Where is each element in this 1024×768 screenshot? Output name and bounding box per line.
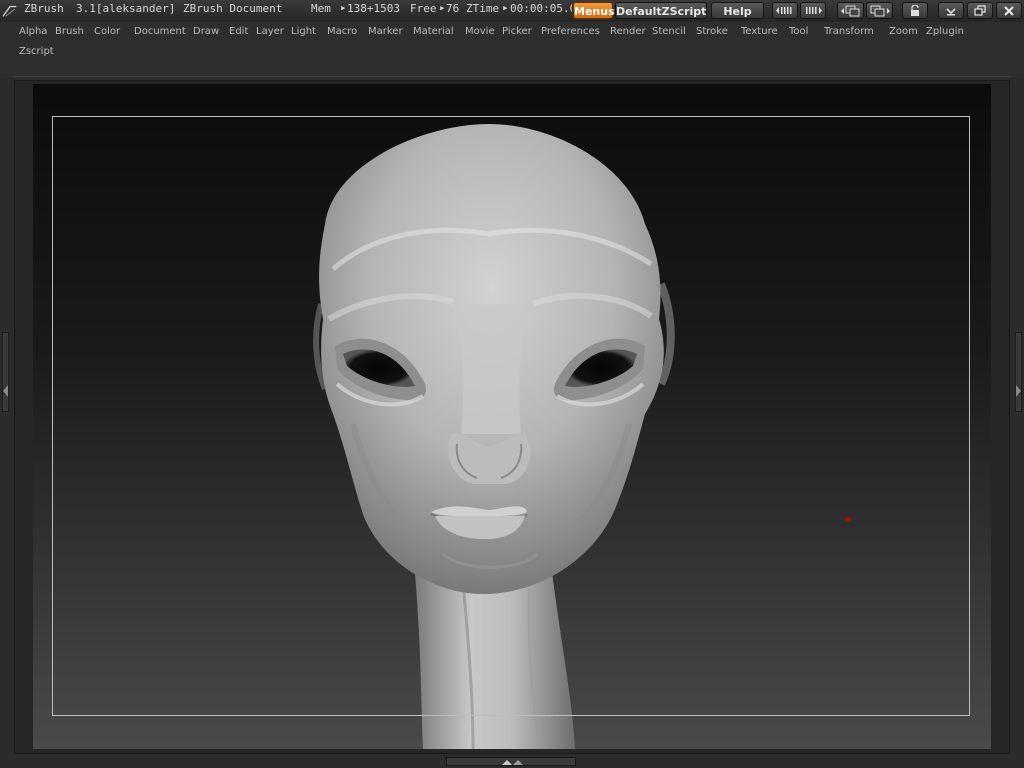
menu-draw[interactable]: Draw <box>193 26 219 37</box>
menu-stencil[interactable]: Stencil <box>652 26 686 37</box>
menu-marker[interactable]: Marker <box>368 26 403 37</box>
menu-tool[interactable]: Tool <box>789 26 808 37</box>
menu-zscript[interactable]: Zscript <box>19 46 54 57</box>
left-tray-handle[interactable] <box>2 332 9 412</box>
menu-stroke[interactable]: Stroke <box>696 26 728 37</box>
restore-icon[interactable] <box>967 2 993 19</box>
free-value: 76 <box>446 2 460 15</box>
lock-icon[interactable] <box>902 2 928 19</box>
default-zscript-button[interactable]: DefaultZScript <box>615 2 707 19</box>
menus-button[interactable]: Menus <box>573 2 615 19</box>
menu-render[interactable]: Render <box>610 26 646 37</box>
menu-texture[interactable]: Texture <box>741 26 778 37</box>
menu-bar: Alpha Brush Color Document Draw Edit Lay… <box>0 22 1024 78</box>
free-label: Free <box>410 2 437 15</box>
title-bar: ZBrush 3.1[aleksander] ZBrush Document M… <box>0 0 1024 23</box>
menu-material[interactable]: Material <box>413 26 454 37</box>
mem-label: Mem <box>311 2 331 15</box>
menu-zoom[interactable]: Zoom <box>889 26 918 37</box>
menu-transform[interactable]: Transform <box>824 26 874 37</box>
menu-macro[interactable]: Macro <box>327 26 357 37</box>
arrow-left-icon[interactable] <box>3 385 8 397</box>
app-name: ZBrush <box>24 2 64 15</box>
menu-alpha[interactable]: Alpha <box>19 26 47 37</box>
document-frame <box>52 116 970 716</box>
menu-light[interactable]: Light <box>291 26 316 37</box>
ztime-value: 00:00:05.0 <box>510 2 572 15</box>
right-tray-handle[interactable] <box>1015 332 1022 412</box>
arrow-right-icon: ▸ <box>502 1 509 14</box>
close-icon[interactable] <box>996 2 1022 19</box>
menu-movie[interactable]: Movie <box>465 26 495 37</box>
menu-document[interactable]: Document <box>134 26 186 37</box>
arrow-right-icon: ▸ <box>439 1 446 14</box>
arrow-right-icon: ▸ <box>340 1 347 14</box>
help-button[interactable]: Help <box>711 2 764 19</box>
document-name: ZBrush Document <box>183 2 283 15</box>
document-canvas[interactable] <box>33 84 991 749</box>
menu-layer[interactable]: Layer <box>256 26 284 37</box>
ztime-label: ZTime <box>466 2 500 15</box>
menu-zplugin[interactable]: Zplugin <box>926 26 964 37</box>
layout-right-icon[interactable] <box>866 2 893 19</box>
menu-brush[interactable]: Brush <box>55 26 84 37</box>
mem-value: 138+1503 <box>347 2 400 15</box>
zbrush-window: ZBrush 3.1[aleksander] ZBrush Document M… <box>0 0 1024 768</box>
expand-palette-icon[interactable] <box>800 2 826 19</box>
menu-picker[interactable]: Picker <box>502 26 532 37</box>
menu-edit[interactable]: Edit <box>229 26 248 37</box>
layout-left-icon[interactable] <box>837 2 864 19</box>
menu-color[interactable]: Color <box>94 26 120 37</box>
arrow-right-icon[interactable] <box>1016 385 1021 397</box>
bottom-tray-handle[interactable] <box>446 757 576 766</box>
menu-preferences[interactable]: Preferences <box>541 26 600 37</box>
zbrush-logo-icon <box>2 5 17 17</box>
menu-divider <box>14 76 1010 77</box>
version-user: 3.1[aleksander] <box>76 2 176 15</box>
minimize-icon[interactable] <box>938 2 964 19</box>
shrink-palette-icon[interactable] <box>772 2 798 19</box>
